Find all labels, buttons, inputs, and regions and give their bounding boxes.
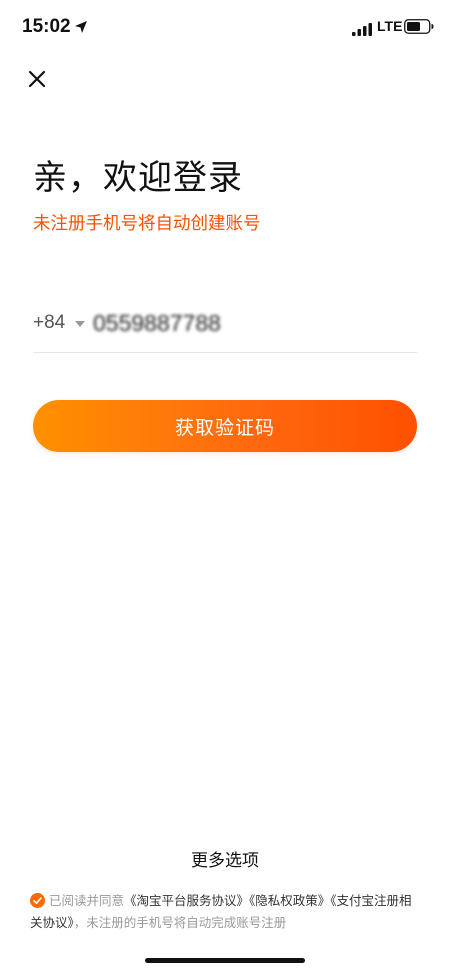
status-bar: 15:02 LTE	[0, 0, 450, 56]
close-icon	[28, 70, 46, 88]
agreement-suffix: ，未注册的手机号将自动完成账号注册	[73, 915, 287, 930]
agreement-prefix: 已阅读并同意	[49, 893, 125, 908]
caret-down-icon[interactable]	[75, 321, 85, 327]
status-time: 15:02	[22, 16, 71, 37]
phone-number-input[interactable]	[93, 308, 413, 338]
home-indicator	[145, 958, 305, 963]
privacy-policy-link[interactable]: 《隐私权政策》	[249, 893, 330, 908]
checkmark-icon	[33, 897, 42, 904]
country-code-selector[interactable]: +84	[33, 312, 65, 334]
service-agreement-link[interactable]: 《淘宝平台服务协议》	[124, 893, 249, 908]
signup-hint: 未注册手机号将自动创建账号	[33, 214, 261, 234]
signal-icon	[352, 21, 372, 36]
get-verification-code-button[interactable]: 获取验证码	[33, 400, 417, 452]
phone-number-row: +84	[33, 298, 417, 353]
agreement-text: 已阅读并同意《淘宝平台服务协议》《隐私权政策》《支付宝注册相关协议》，未注册的手…	[30, 890, 422, 934]
battery-icon	[404, 19, 434, 34]
page-title: 亲，欢迎登录	[33, 158, 243, 198]
agreement-checkbox[interactable]	[30, 893, 45, 908]
more-options-link[interactable]: 更多选项	[0, 846, 450, 871]
location-arrow-icon	[74, 19, 88, 33]
network-type: LTE	[377, 18, 403, 34]
close-button[interactable]	[24, 66, 50, 92]
